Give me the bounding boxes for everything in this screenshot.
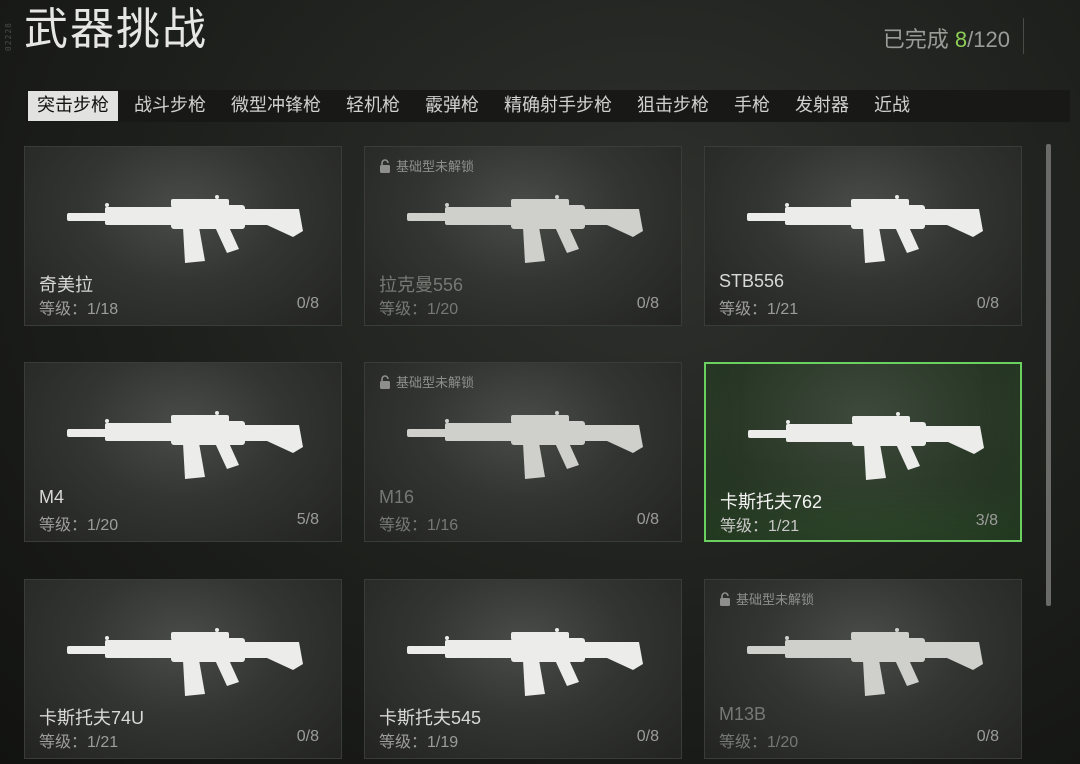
weapon-name: 卡斯托夫545 (379, 708, 482, 728)
tab-pistols[interactable]: 手枪 (725, 91, 779, 121)
weapon-name: 拉克曼556 (379, 275, 464, 295)
page-title: 武器挑战 (24, 4, 208, 55)
lock-icon (380, 374, 390, 389)
weapon-level: 等级：1/21 (39, 734, 119, 751)
rifle-icon (67, 411, 303, 479)
rifle-icon (407, 411, 643, 479)
tab-assault-rifles[interactable]: 突击步枪 (28, 91, 118, 121)
weapon-name: 卡斯托夫74U (39, 708, 145, 728)
weapon-card[interactable]: 卡斯托夫545 等级：1/19 0/8 (364, 579, 682, 759)
weapon-card[interactable]: M4 等级：1/20 5/8 (24, 362, 342, 542)
weapon-level: 等级：1/18 (39, 301, 119, 318)
rifle-icon (748, 412, 984, 480)
challenge-count: 0/8 (636, 511, 659, 528)
weapon-card[interactable]: STB556 等级：1/21 0/8 (704, 146, 1022, 326)
challenge-count: 0/8 (976, 295, 999, 312)
weapon-level: 等级：1/21 (719, 301, 799, 318)
weapon-level: 等级：1/21 (720, 518, 800, 535)
challenge-count: 0/8 (296, 295, 319, 312)
weapon-name: M4 (39, 487, 65, 507)
weapon-level: 等级：1/16 (379, 517, 459, 534)
tab-sniper-rifles[interactable]: 狙击步枪 (628, 91, 718, 121)
rifle-icon (747, 628, 983, 696)
challenge-count: 0/8 (976, 728, 999, 745)
rifle-icon (747, 195, 983, 263)
weapon-name: M16 (379, 487, 415, 507)
weapon-level: 等级：1/20 (39, 517, 119, 534)
tab-melee[interactable]: 近战 (865, 91, 919, 121)
lock-icon (380, 158, 390, 173)
weapon-name: 卡斯托夫762 (720, 492, 823, 512)
challenge-count: 5/8 (296, 511, 319, 528)
scrollbar[interactable] (1046, 144, 1051, 606)
weapon-card[interactable]: 基础型未解锁 拉克曼556 等级：1/20 0/8 (364, 146, 682, 326)
weapon-category-tabs: 突击步枪 战斗步枪 微型冲锋枪 轻机枪 霰弹枪 精确射手步枪 狙击步枪 手枪 发… (26, 90, 1070, 122)
tab-battle-rifles[interactable]: 战斗步枪 (125, 91, 215, 121)
tab-lmgs[interactable]: 轻机枪 (337, 91, 409, 121)
rifle-icon (67, 195, 303, 263)
challenge-count: 0/8 (636, 295, 659, 312)
completion-progress: 已完成 8/120 (883, 22, 1010, 54)
rifle-icon (67, 628, 303, 696)
challenge-count: 0/8 (636, 728, 659, 745)
weapon-level: 等级：1/20 (379, 301, 459, 318)
challenge-count: 0/8 (296, 728, 319, 745)
weapon-level: 等级：1/19 (379, 734, 459, 751)
weapon-card[interactable]: 奇美拉 等级：1/18 0/8 (24, 146, 342, 326)
lock-icon (720, 591, 730, 606)
tab-smgs[interactable]: 微型冲锋枪 (222, 91, 330, 121)
rifle-icon (407, 195, 643, 263)
weapon-name: 奇美拉 (39, 275, 93, 295)
tab-shotguns[interactable]: 霰弹枪 (416, 91, 488, 121)
progress-done: 8 (954, 27, 968, 52)
weapon-card[interactable]: 基础型未解锁 M16 等级：1/16 0/8 (364, 362, 682, 542)
weapon-card[interactable]: 卡斯托夫74U 等级：1/21 0/8 (24, 579, 342, 759)
tab-launchers[interactable]: 发射器 (786, 91, 858, 121)
weapon-card[interactable]: 基础型未解锁 M13B 等级：1/20 0/8 (704, 579, 1022, 759)
weapon-name: M13B (719, 704, 767, 724)
challenge-count: 3/8 (975, 512, 998, 529)
weapon-card[interactable]: 卡斯托夫762 等级：1/21 3/8 (704, 362, 1022, 542)
progress-prefix: 已完成 (882, 27, 955, 52)
weapon-level: 等级：1/20 (719, 734, 799, 751)
tab-marksman-rifles[interactable]: 精确射手步枪 (495, 91, 621, 121)
side-code: 02228 (4, 22, 13, 52)
weapon-name: STB556 (719, 271, 785, 291)
progress-total: /120 (967, 27, 1010, 52)
header-divider (1023, 18, 1024, 54)
rifle-icon (407, 628, 643, 696)
